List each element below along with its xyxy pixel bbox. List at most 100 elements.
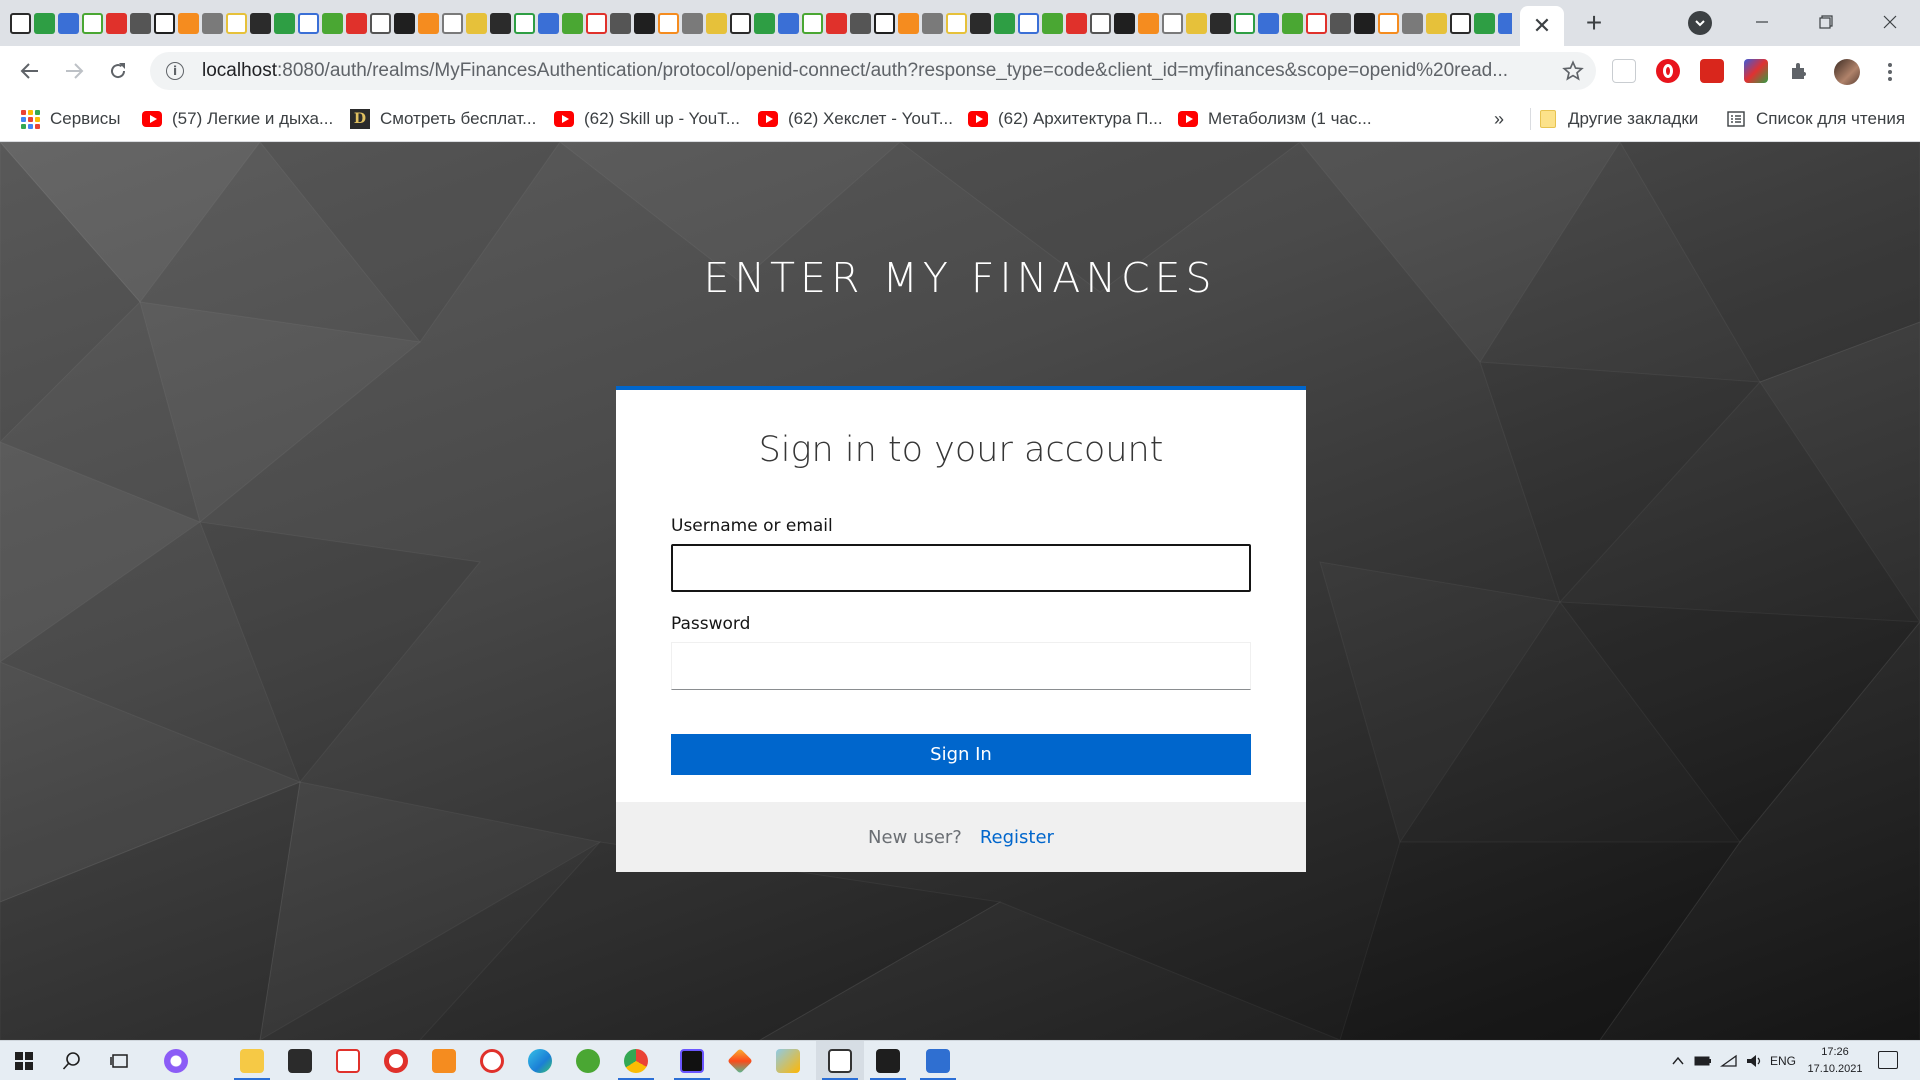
taskbar-store[interactable] (276, 1041, 324, 1080)
pinned-tab-favicon-icon[interactable] (1042, 12, 1063, 34)
extension-opera-icon[interactable] (1656, 59, 1680, 83)
pinned-tab-favicon-icon[interactable] (586, 12, 607, 34)
extension-color-picker-icon[interactable] (1744, 59, 1768, 83)
pinned-tab-favicon-icon[interactable] (994, 12, 1015, 34)
bookmark-star-icon[interactable] (1562, 60, 1584, 82)
pinned-tab-favicon-icon[interactable] (250, 12, 271, 34)
taskbar-utorrent[interactable] (564, 1041, 612, 1080)
close-window-button[interactable] (1860, 0, 1920, 44)
battery-indicator[interactable] (1694, 1041, 1712, 1080)
pinned-tab-favicon-icon[interactable] (58, 12, 79, 34)
pinned-tab-favicon-icon[interactable] (466, 12, 487, 34)
taskbar-sublime[interactable] (420, 1041, 468, 1080)
taskbar-edge[interactable] (516, 1041, 564, 1080)
new-tab-button[interactable]: + (1580, 7, 1608, 38)
pinned-tab-favicon-icon[interactable] (610, 12, 631, 34)
pinned-tab-favicon-icon[interactable] (1306, 12, 1327, 34)
url-text[interactable]: localhost:8080/auth/realms/MyFinancesAut… (202, 60, 1562, 82)
pinned-tab-favicon-icon[interactable] (730, 12, 751, 34)
pinned-tab-favicon-icon[interactable] (802, 12, 823, 34)
pinned-tab-favicon-icon[interactable] (1090, 12, 1111, 34)
volume-indicator[interactable] (1746, 1041, 1764, 1080)
pinned-tab-favicon-icon[interactable] (490, 12, 511, 34)
restore-button[interactable] (1796, 0, 1856, 44)
taskbar-alice[interactable] (152, 1041, 200, 1080)
taskbar-opera[interactable] (372, 1041, 420, 1080)
network-indicator[interactable] (1720, 1041, 1738, 1080)
pinned-tab-favicon-icon[interactable] (34, 12, 55, 34)
pinned-tab-favicon-icon[interactable] (10, 12, 31, 34)
taskbar-clock-app[interactable] (468, 1041, 516, 1080)
pinned-tab-favicon-icon[interactable] (1234, 12, 1255, 34)
pinned-tab-favicon-icon[interactable] (1114, 12, 1135, 34)
pinned-tab-favicon-icon[interactable] (178, 12, 199, 34)
register-link[interactable]: Register (980, 827, 1054, 848)
pinned-tab-favicon-icon[interactable] (274, 12, 295, 34)
pinned-tab-favicon-icon[interactable] (874, 12, 895, 34)
task-view-button[interactable] (96, 1041, 144, 1080)
pinned-tab-favicon-icon[interactable] (658, 12, 679, 34)
system-clock[interactable]: 17:26 17.10.2021 (1800, 1044, 1870, 1078)
forward-button[interactable] (58, 55, 90, 87)
pinned-tab-favicon-icon[interactable] (562, 12, 583, 34)
bookmark-skill-up[interactable]: (62) Skill up - YouT... (554, 96, 740, 142)
reading-list-button[interactable]: Список для чтения (1726, 96, 1905, 142)
reload-button[interactable] (102, 55, 134, 87)
pinned-tab-favicon-icon[interactable] (1138, 12, 1159, 34)
minimize-button[interactable] (1732, 0, 1792, 44)
pinned-tab-favicon-icon[interactable] (1426, 12, 1447, 34)
pinned-tab-favicon-icon[interactable] (514, 12, 535, 34)
pinned-tab-favicon-icon[interactable] (154, 12, 175, 34)
taskbar-intellij[interactable] (668, 1041, 716, 1080)
bookmark-hexlet[interactable]: (62) Хекслет - YouT... (758, 96, 953, 142)
back-button[interactable] (14, 55, 46, 87)
pinned-tab-favicon-icon[interactable] (1474, 12, 1495, 34)
active-tab[interactable]: ✕ (1520, 6, 1564, 46)
tray-overflow[interactable] (1672, 1041, 1684, 1080)
extension-pdf-icon[interactable] (1700, 59, 1724, 83)
pinned-tab-favicon-icon[interactable] (298, 12, 319, 34)
search-button[interactable] (48, 1041, 96, 1080)
taskbar-explorer[interactable] (228, 1041, 276, 1080)
profile-avatar[interactable] (1834, 59, 1860, 85)
notifications-icon[interactable] (1878, 1051, 1898, 1069)
taskbar-terminal[interactable] (864, 1041, 912, 1080)
extensions-button[interactable] (1788, 59, 1812, 83)
browser-menu-button[interactable] (1880, 58, 1900, 86)
extension-pocket-icon[interactable] (1612, 59, 1636, 83)
pinned-tab-favicon-icon[interactable] (946, 12, 967, 34)
taskbar-snipping[interactable] (816, 1041, 864, 1080)
pinned-tab-favicon-icon[interactable] (130, 12, 151, 34)
bookmark-watch-free[interactable]: D Смотреть бесплат... (350, 96, 536, 142)
pinned-tab-favicon-icon[interactable] (1066, 12, 1087, 34)
pinned-tab-favicon-icon[interactable] (682, 12, 703, 34)
sign-in-button[interactable]: Sign In (671, 734, 1251, 775)
pinned-tab-favicon-icon[interactable] (634, 12, 655, 34)
pinned-tab-favicon-icon[interactable] (826, 12, 847, 34)
pinned-tab-favicon-icon[interactable] (106, 12, 127, 34)
pinned-tab-favicon-icon[interactable] (706, 12, 727, 34)
pinned-tab-favicon-icon[interactable] (1330, 12, 1351, 34)
taskbar-kite[interactable] (716, 1041, 764, 1080)
bookmark-metabolism[interactable]: Метаболизм (1 час... (1178, 96, 1372, 142)
pinned-tab-favicon-icon[interactable] (1450, 12, 1471, 34)
password-input[interactable] (671, 642, 1251, 690)
pinned-tab-favicon-icon[interactable] (1354, 12, 1375, 34)
address-bar[interactable]: i localhost:8080/auth/realms/MyFinancesA… (150, 52, 1596, 90)
start-button[interactable] (0, 1041, 48, 1080)
pinned-tab-favicon-icon[interactable] (922, 12, 943, 34)
pinned-tab-favicon-icon[interactable] (754, 12, 775, 34)
site-info-icon[interactable]: i (166, 62, 184, 80)
taskbar-chrome[interactable] (612, 1041, 660, 1080)
taskbar-paint[interactable] (764, 1041, 812, 1080)
pinned-tab-favicon-icon[interactable] (1258, 12, 1279, 34)
pinned-tab-favicon-icon[interactable] (418, 12, 439, 34)
pinned-tab-favicon-icon[interactable] (1186, 12, 1207, 34)
pinned-tab-favicon-icon[interactable] (394, 12, 415, 34)
pinned-tab-favicon-icon[interactable] (1378, 12, 1399, 34)
pinned-tab-favicon-icon[interactable] (442, 12, 463, 34)
close-tab-icon[interactable]: ✕ (1533, 15, 1551, 37)
pinned-tab-favicon-icon[interactable] (538, 12, 559, 34)
pinned-tab-favicon-icon[interactable] (202, 12, 223, 34)
username-input[interactable] (671, 544, 1251, 592)
